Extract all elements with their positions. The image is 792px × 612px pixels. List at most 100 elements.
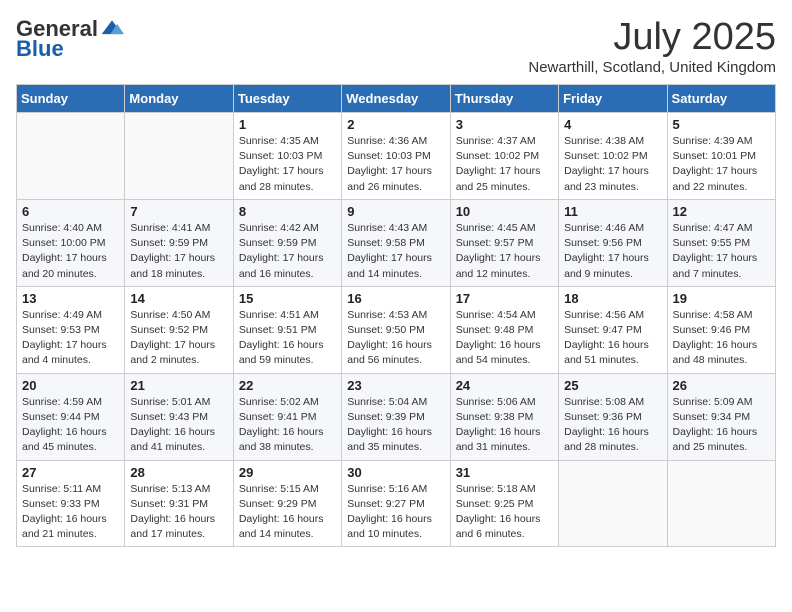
calendar-week-row: 20 Sunrise: 4:59 AMSunset: 9:44 PMDayligh… [17,373,776,460]
calendar-cell: 25 Sunrise: 5:08 AMSunset: 9:36 PMDayligh… [559,373,667,460]
weekday-header: Wednesday [342,85,450,113]
day-number: 18 [564,291,661,306]
calendar-cell: 28Sunrise: 5:13 AMSunset: 9:31 PMDayligh… [125,460,233,547]
calendar-cell [667,460,775,547]
location-text: Newarthill, Scotland, United Kingdom [528,59,776,76]
calendar-cell: 11 Sunrise: 4:46 AMSunset: 9:56 PMDayligh… [559,199,667,286]
day-info: Sunrise: 4:47 AMSunset: 9:55 PMDaylight:… [673,221,770,282]
day-number: 14 [130,291,227,306]
calendar-cell: 3 Sunrise: 4:37 AMSunset: 10:02 PMDayligh… [450,113,558,200]
calendar-week-row: 13Sunrise: 4:49 AMSunset: 9:53 PMDayligh… [17,286,776,373]
day-number: 19 [673,291,770,306]
day-info: Sunrise: 4:46 AMSunset: 9:56 PMDaylight:… [564,221,661,282]
day-info: Sunrise: 4:42 AMSunset: 9:59 PMDaylight:… [239,221,336,282]
day-info: Sunrise: 4:35 AMSunset: 10:03 PMDaylight… [239,134,336,195]
day-number: 13 [22,291,119,306]
day-number: 4 [564,117,661,132]
day-info: Sunrise: 4:36 AMSunset: 10:03 PMDaylight… [347,134,444,195]
weekday-header: Thursday [450,85,558,113]
day-info: Sunrise: 5:08 AMSunset: 9:36 PMDaylight:… [564,395,661,456]
calendar-cell: 13Sunrise: 4:49 AMSunset: 9:53 PMDayligh… [17,286,125,373]
day-number: 15 [239,291,336,306]
calendar-cell: 31 Sunrise: 5:18 AMSunset: 9:25 PMDayligh… [450,460,558,547]
calendar-cell: 15 Sunrise: 4:51 AMSunset: 9:51 PMDayligh… [233,286,341,373]
day-info: Sunrise: 5:04 AMSunset: 9:39 PMDaylight:… [347,395,444,456]
day-info: Sunrise: 5:09 AMSunset: 9:34 PMDaylight:… [673,395,770,456]
day-info: Sunrise: 4:40 AMSunset: 10:00 PMDaylight… [22,221,119,282]
day-info: Sunrise: 4:58 AMSunset: 9:46 PMDaylight:… [673,308,770,369]
day-number: 26 [673,378,770,393]
day-number: 8 [239,204,336,219]
calendar-cell: 19 Sunrise: 4:58 AMSunset: 9:46 PMDayligh… [667,286,775,373]
logo-icon [100,17,124,41]
weekday-header: Saturday [667,85,775,113]
day-info: Sunrise: 5:06 AMSunset: 9:38 PMDaylight:… [456,395,553,456]
day-number: 16 [347,291,444,306]
calendar-cell: 5Sunrise: 4:39 AMSunset: 10:01 PMDayligh… [667,113,775,200]
day-number: 17 [456,291,553,306]
day-info: Sunrise: 4:45 AMSunset: 9:57 PMDaylight:… [456,221,553,282]
calendar-week-row: 1 Sunrise: 4:35 AMSunset: 10:03 PMDayligh… [17,113,776,200]
day-number: 24 [456,378,553,393]
calendar-cell: 22Sunrise: 5:02 AMSunset: 9:41 PMDayligh… [233,373,341,460]
day-number: 12 [673,204,770,219]
day-info: Sunrise: 5:02 AMSunset: 9:41 PMDaylight:… [239,395,336,456]
day-info: Sunrise: 4:38 AMSunset: 10:02 PMDaylight… [564,134,661,195]
weekday-header: Tuesday [233,85,341,113]
day-info: Sunrise: 4:51 AMSunset: 9:51 PMDaylight:… [239,308,336,369]
calendar-cell: 4 Sunrise: 4:38 AMSunset: 10:02 PMDayligh… [559,113,667,200]
title-block: July 2025 Newarthill, Scotland, United K… [528,16,776,76]
calendar-cell: 17 Sunrise: 4:54 AMSunset: 9:48 PMDayligh… [450,286,558,373]
weekday-header: Friday [559,85,667,113]
weekday-header: Monday [125,85,233,113]
calendar-cell: 8 Sunrise: 4:42 AMSunset: 9:59 PMDaylight… [233,199,341,286]
day-info: Sunrise: 5:18 AMSunset: 9:25 PMDaylight:… [456,482,553,543]
day-number: 25 [564,378,661,393]
logo-blue-text: Blue [16,36,64,62]
calendar-cell: 7Sunrise: 4:41 AMSunset: 9:59 PMDaylight… [125,199,233,286]
calendar-cell: 23Sunrise: 5:04 AMSunset: 9:39 PMDayligh… [342,373,450,460]
day-info: Sunrise: 5:15 AMSunset: 9:29 PMDaylight:… [239,482,336,543]
logo: General Blue [16,16,124,62]
day-number: 5 [673,117,770,132]
weekday-header: Sunday [17,85,125,113]
calendar-cell: 29 Sunrise: 5:15 AMSunset: 9:29 PMDayligh… [233,460,341,547]
calendar-cell [559,460,667,547]
calendar-cell: 21Sunrise: 5:01 AMSunset: 9:43 PMDayligh… [125,373,233,460]
day-number: 9 [347,204,444,219]
calendar-cell: 16Sunrise: 4:53 AMSunset: 9:50 PMDayligh… [342,286,450,373]
day-number: 21 [130,378,227,393]
calendar-table: SundayMondayTuesdayWednesdayThursdayFrid… [16,84,776,547]
day-info: Sunrise: 4:54 AMSunset: 9:48 PMDaylight:… [456,308,553,369]
day-number: 20 [22,378,119,393]
calendar-cell: 12 Sunrise: 4:47 AMSunset: 9:55 PMDayligh… [667,199,775,286]
calendar-cell: 10Sunrise: 4:45 AMSunset: 9:57 PMDayligh… [450,199,558,286]
calendar-cell: 26 Sunrise: 5:09 AMSunset: 9:34 PMDayligh… [667,373,775,460]
day-number: 27 [22,465,119,480]
calendar-cell [17,113,125,200]
day-info: Sunrise: 4:59 AMSunset: 9:44 PMDaylight:… [22,395,119,456]
calendar-week-row: 27 Sunrise: 5:11 AMSunset: 9:33 PMDayligh… [17,460,776,547]
calendar-cell: 18Sunrise: 4:56 AMSunset: 9:47 PMDayligh… [559,286,667,373]
day-info: Sunrise: 5:11 AMSunset: 9:33 PMDaylight:… [22,482,119,543]
day-info: Sunrise: 5:13 AMSunset: 9:31 PMDaylight:… [130,482,227,543]
page-header: General Blue July 2025 Newarthill, Scotl… [16,16,776,76]
day-number: 2 [347,117,444,132]
day-number: 31 [456,465,553,480]
calendar-cell: 1 Sunrise: 4:35 AMSunset: 10:03 PMDayligh… [233,113,341,200]
calendar-week-row: 6 Sunrise: 4:40 AMSunset: 10:00 PMDayligh… [17,199,776,286]
day-number: 3 [456,117,553,132]
day-info: Sunrise: 4:50 AMSunset: 9:52 PMDaylight:… [130,308,227,369]
month-title: July 2025 [528,16,776,59]
calendar-header-row: SundayMondayTuesdayWednesdayThursdayFrid… [17,85,776,113]
day-number: 11 [564,204,661,219]
day-info: Sunrise: 4:37 AMSunset: 10:02 PMDaylight… [456,134,553,195]
day-info: Sunrise: 4:43 AMSunset: 9:58 PMDaylight:… [347,221,444,282]
day-number: 29 [239,465,336,480]
day-number: 6 [22,204,119,219]
calendar-cell: 2 Sunrise: 4:36 AMSunset: 10:03 PMDayligh… [342,113,450,200]
calendar-cell: 6 Sunrise: 4:40 AMSunset: 10:00 PMDayligh… [17,199,125,286]
day-number: 1 [239,117,336,132]
calendar-cell: 9 Sunrise: 4:43 AMSunset: 9:58 PMDaylight… [342,199,450,286]
calendar-cell: 24 Sunrise: 5:06 AMSunset: 9:38 PMDayligh… [450,373,558,460]
